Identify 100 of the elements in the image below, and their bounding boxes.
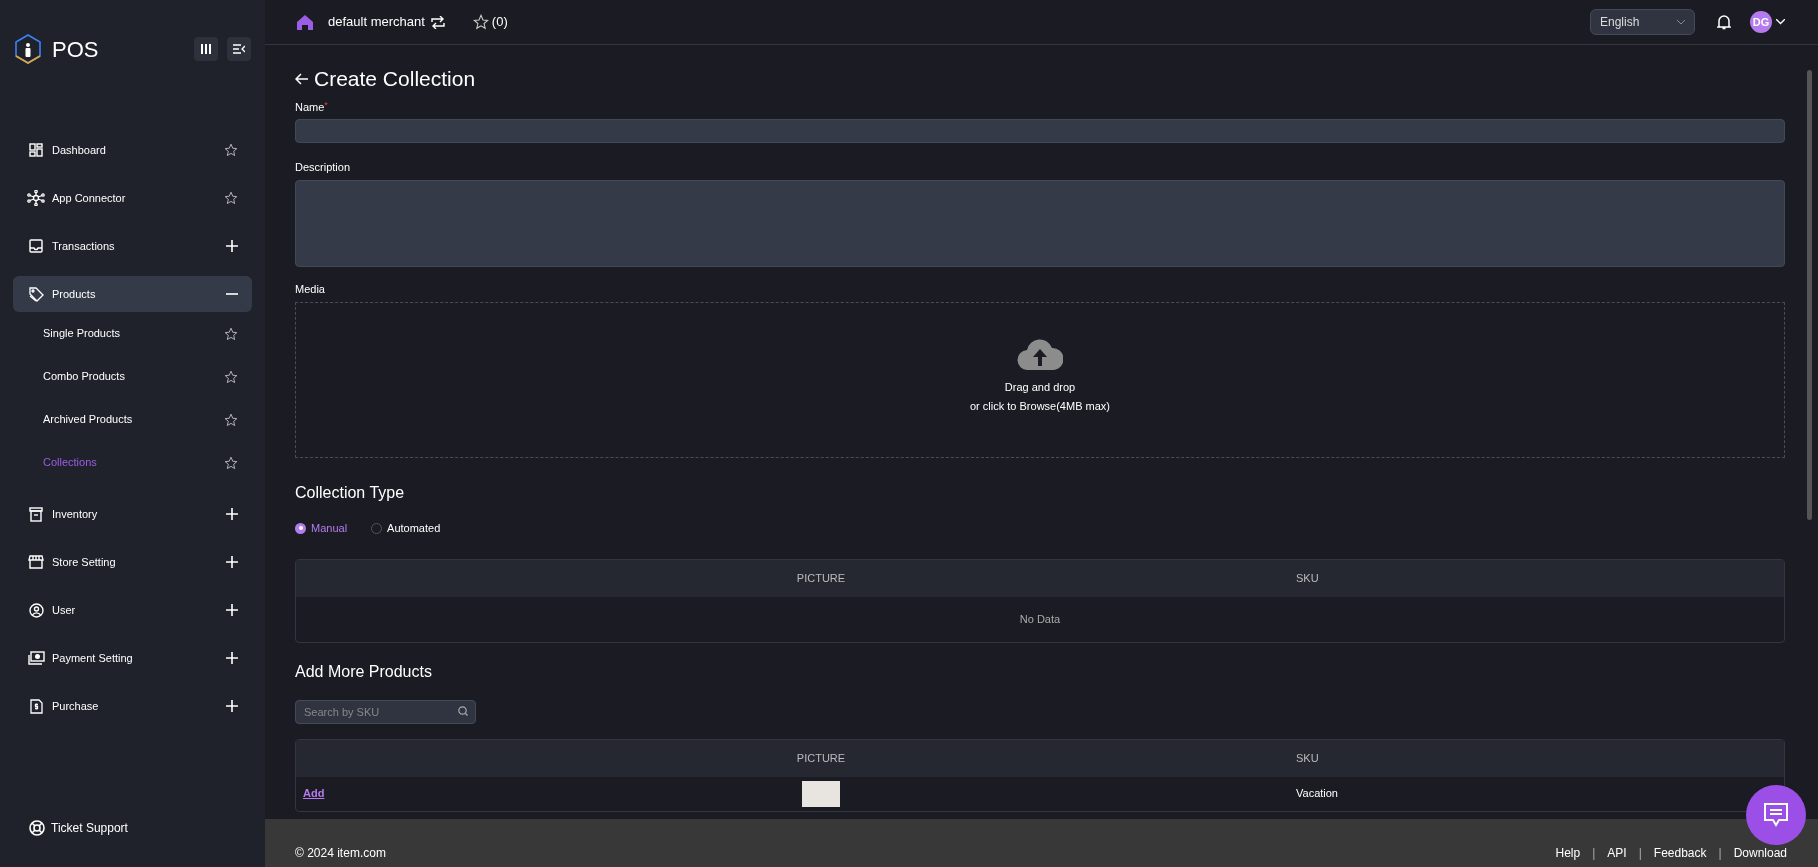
nav-item[interactable]: Inventory (13, 496, 252, 532)
table-cell-text: Vacation (1295, 786, 1339, 802)
star-icon[interactable] (224, 369, 238, 384)
star-icon[interactable] (224, 326, 238, 341)
section-heading: Add More Products (295, 661, 433, 682)
dropzone-hint: or click to Browse(4MB max) (970, 398, 1110, 414)
inbox-icon (29, 239, 43, 253)
column-header: PICTURE (796, 570, 846, 586)
plus-icon[interactable] (226, 604, 238, 616)
section-heading: Collection Type (295, 483, 406, 503)
required-mark: * (324, 98, 328, 110)
radio-option[interactable]: Automated (371, 520, 441, 537)
cash-icon (27, 651, 45, 665)
logo-icon (14, 34, 42, 64)
star-icon[interactable] (224, 412, 238, 427)
copyright-text: © 2024 item.com (295, 845, 386, 862)
apps-button[interactable] (194, 37, 218, 61)
footer-link[interactable]: API (1607, 844, 1627, 862)
tag-icon (28, 286, 44, 302)
separator: | (1592, 845, 1596, 862)
nav-label: Collections (43, 455, 97, 471)
empty-text: No Data (1019, 611, 1061, 627)
column-header: SKU (1295, 570, 1320, 586)
nav-subitem-link[interactable]: Archived Products (13, 398, 252, 441)
favorites-count: (0) (491, 13, 508, 32)
nav-item[interactable]: Transactions (13, 228, 252, 264)
nav-subitem-link[interactable]: Single Products (13, 312, 252, 355)
chat-button[interactable] (1746, 785, 1806, 845)
chat-icon (1763, 802, 1789, 828)
nav-label: Single Products (43, 326, 121, 342)
invoice-icon (29, 698, 43, 714)
nav-label: Dashboard (52, 142, 106, 158)
footer-link[interactable]: Feedback (1653, 844, 1707, 862)
nav-label: Inventory (52, 506, 98, 522)
language-select[interactable]: English (1590, 9, 1695, 35)
store-icon (28, 555, 44, 569)
nav-subitem-link[interactable]: Combo Products (13, 355, 252, 398)
star-icon[interactable] (224, 191, 238, 205)
footer-link[interactable]: Help (1555, 844, 1581, 862)
nav-item[interactable]: Store Setting (13, 544, 252, 580)
home-icon[interactable] (297, 14, 313, 30)
collapse-menu-button[interactable] (227, 37, 251, 61)
nav-label: Transactions (52, 238, 115, 254)
nav-subitem-link[interactable]: Collections (13, 441, 252, 484)
chevron-down-icon (1677, 19, 1685, 25)
add-link[interactable]: Add (296, 785, 696, 802)
cloud-upload-icon (1017, 336, 1063, 370)
star-icon[interactable] (224, 455, 238, 470)
nav-label: Products (52, 286, 96, 302)
radio-option[interactable]: Manual (295, 520, 348, 537)
nav-label: Payment Setting (52, 650, 133, 666)
nav-label: Store Setting (52, 554, 116, 570)
dropzone-text: Drag and drop (1004, 380, 1076, 395)
network-icon (27, 190, 45, 206)
search-field[interactable]: Search by SKU (295, 699, 476, 724)
star-icon[interactable] (224, 143, 238, 157)
plus-icon[interactable] (226, 700, 238, 712)
media-label: Media (295, 281, 326, 297)
media-dropzone[interactable]: Drag and drop or click to Browse(4MB max) (295, 302, 1785, 458)
nav-item[interactable]: App Connector (13, 180, 252, 216)
nav-item[interactable]: Payment Setting (13, 640, 252, 676)
nav-label: Archived Products (43, 412, 133, 428)
column-header: SKU (1295, 750, 1320, 766)
ticket-support-link[interactable]: Ticket Support (51, 819, 128, 837)
nav-label: Combo Products (43, 369, 125, 385)
back-arrow-icon[interactable] (295, 72, 308, 85)
plus-icon[interactable] (226, 556, 238, 568)
description-label: Description (295, 160, 352, 175)
nav-label: User (52, 602, 76, 618)
name-label: Name (295, 99, 325, 115)
name-input[interactable] (295, 119, 1785, 143)
plus-icon[interactable] (226, 652, 238, 664)
nav-item[interactable]: Products (13, 276, 252, 312)
page-title: Create Collection (314, 66, 476, 92)
separator: | (1718, 845, 1722, 862)
switch-icon[interactable] (430, 15, 445, 29)
plus-icon[interactable] (226, 240, 238, 252)
logo-text: POS (52, 35, 99, 64)
nav-item[interactable]: Purchase (13, 688, 252, 724)
star-icon[interactable] (472, 14, 489, 30)
menu-collapse-icon (233, 44, 245, 54)
nav-item[interactable]: Dashboard (13, 132, 252, 168)
dashboard-icon (29, 143, 43, 157)
search-icon (458, 705, 468, 716)
footer-link[interactable]: Download (1733, 844, 1787, 862)
photo-placeholder (802, 780, 840, 807)
nav-label: App Connector (52, 190, 126, 206)
archive-icon (29, 506, 43, 522)
separator: | (1638, 845, 1642, 862)
column-header: PICTURE (796, 750, 846, 766)
grid-icon (201, 44, 211, 54)
nav-label: Purchase (52, 698, 99, 714)
chevron-down-icon[interactable] (1776, 19, 1785, 25)
merchant-name: default merchant (328, 13, 425, 32)
plus-icon[interactable] (226, 508, 238, 520)
description-input[interactable] (295, 179, 1785, 267)
user-icon (28, 602, 44, 618)
lifebuoy-icon (29, 820, 45, 836)
nav-item[interactable]: User (13, 592, 252, 628)
bell-icon[interactable] (1717, 14, 1731, 30)
